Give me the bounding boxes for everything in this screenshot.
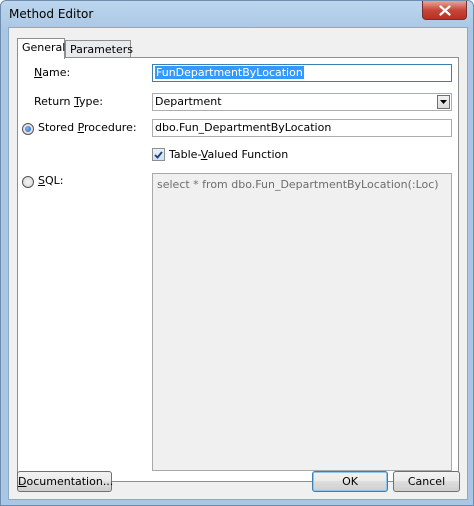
window-title: Method Editor (9, 7, 94, 21)
name-input[interactable]: FunDepartmentByLocation (152, 64, 452, 82)
ok-button[interactable]: OK (312, 471, 388, 492)
stored-procedure-value: dbo.Fun_DepartmentByLocation (155, 121, 332, 134)
stored-procedure-radio[interactable] (22, 123, 34, 135)
return-type-value: Department (155, 95, 222, 108)
sql-label: SQL: (38, 174, 64, 187)
title-bar[interactable]: Method Editor (1, 1, 473, 27)
return-type-label: Return Type: (34, 95, 103, 108)
documentation-button[interactable]: Documentation... (17, 471, 113, 492)
table-valued-checkbox[interactable] (152, 148, 165, 161)
method-editor-window: Method Editor General Parameters Name: F… (0, 0, 474, 506)
close-button[interactable] (422, 1, 467, 20)
sql-textarea[interactable]: select * from dbo.Fun_DepartmentByLocati… (152, 173, 452, 471)
cancel-button[interactable]: Cancel (393, 471, 460, 492)
name-label: Name: (34, 66, 71, 79)
close-icon (438, 4, 451, 16)
sql-text: select * from dbo.Fun_DepartmentByLocati… (157, 178, 439, 191)
chevron-down-icon[interactable] (437, 95, 450, 109)
general-tab-panel: Name: FunDepartmentByLocation Return Typ… (17, 57, 459, 482)
dialog-client-area: General Parameters Name: FunDepartmentBy… (8, 27, 468, 500)
return-type-select[interactable]: Department (152, 93, 452, 111)
table-valued-label: Table-Valued Function (169, 148, 289, 161)
tab-parameters[interactable]: Parameters (65, 40, 133, 58)
tab-general[interactable]: General (17, 38, 65, 59)
sql-radio[interactable] (22, 176, 34, 188)
name-input-selected-text: FunDepartmentByLocation (155, 66, 304, 79)
stored-procedure-input[interactable]: dbo.Fun_DepartmentByLocation (152, 119, 452, 137)
checkmark-icon (154, 150, 163, 159)
stored-procedure-label: Stored Procedure: (38, 121, 137, 134)
